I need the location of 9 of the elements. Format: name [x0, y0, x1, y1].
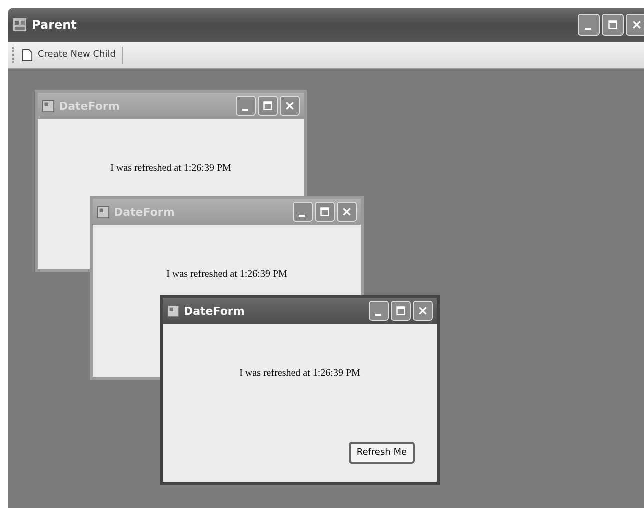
refresh-time-label: I was refreshed at 1:26:39 PM	[166, 269, 288, 280]
window-title: DateForm	[114, 206, 176, 218]
refresh-button[interactable]: Refresh Me	[348, 442, 415, 464]
window-title: Parent	[32, 18, 78, 32]
refresh-time-label: I was refreshed at 1:26:39 PM	[240, 368, 360, 379]
window-title: DateForm	[59, 100, 121, 112]
refresh-time-label: I was refreshed at 1:26:39 PM	[110, 163, 232, 174]
window-title: DateForm	[184, 304, 246, 318]
create-child-button[interactable]: Create New Child	[20, 46, 123, 64]
